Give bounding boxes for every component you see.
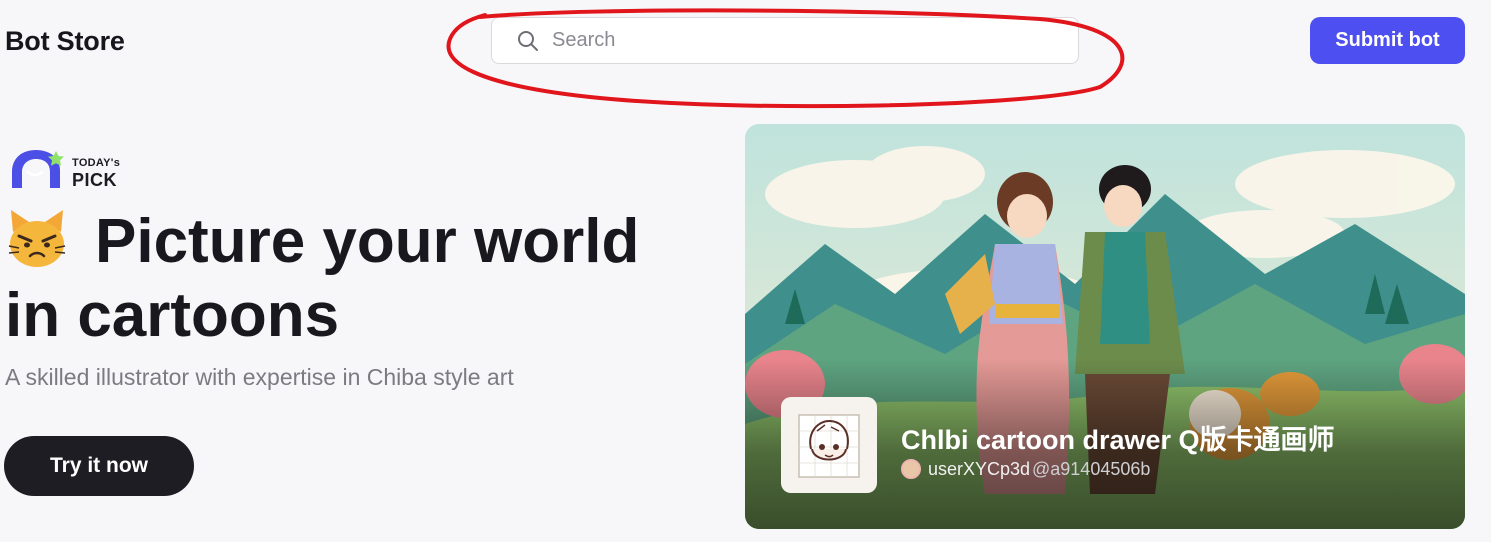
- chibi-sketch-icon: [798, 414, 860, 478]
- featured-bot-card[interactable]: Chlbi cartoon drawer Q版卡通画师 userXYCp3d @…: [745, 124, 1465, 529]
- top-bar: Bot Store Submit bot: [0, 0, 1491, 90]
- badge-pick-label: PICK: [72, 170, 118, 190]
- hero-headline-text: Picture your world in cartoons: [5, 207, 640, 350]
- author-handle: @a91404506b: [1032, 459, 1151, 479]
- submit-bot-button[interactable]: Submit bot: [1310, 17, 1465, 64]
- badge-todays-label: TODAY's: [72, 157, 121, 169]
- search-icon: [518, 30, 538, 51]
- bot-name[interactable]: Chlbi cartoon drawer Q版卡通画师: [901, 418, 1335, 457]
- bot-thumbnail: [781, 397, 877, 493]
- author-avatar: [901, 459, 921, 479]
- hero-subtitle: A skilled illustrator with expertise in …: [5, 364, 514, 390]
- search-box[interactable]: [491, 17, 1079, 64]
- hero-headline: Picture your world in cartoons: [5, 205, 705, 353]
- brand-title: Bot Store: [5, 26, 125, 56]
- angry-cat-emoji-icon: [8, 210, 66, 267]
- search-input[interactable]: [552, 29, 1032, 52]
- author-name[interactable]: userXYCp3d: [928, 459, 1030, 480]
- try-it-now-button[interactable]: Try it now: [4, 436, 194, 496]
